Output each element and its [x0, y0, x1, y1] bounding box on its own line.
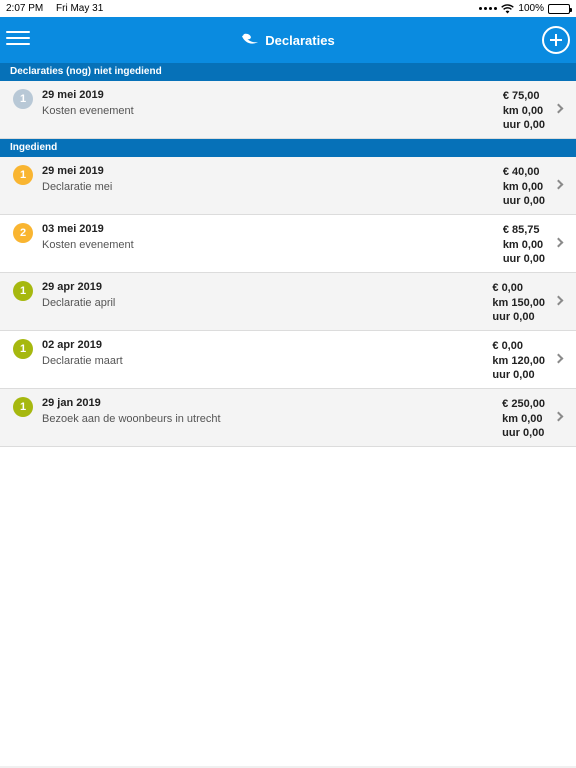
status-bar-right: 100% — [479, 0, 572, 17]
list-item[interactable]: 1 29 jan 2019 Bezoek aan de woonbeurs in… — [0, 389, 576, 447]
list-item[interactable]: 1 02 apr 2019 Declaratie maart € 0,00 km… — [0, 331, 576, 389]
item-hours: uur 0,00 — [502, 253, 545, 265]
navbar-title-group: Declaraties — [0, 17, 576, 63]
item-km: km 0,00 — [502, 412, 543, 425]
count-badge: 2 — [13, 223, 33, 243]
item-hours: uur 0,00 — [502, 195, 545, 207]
item-date: 29 jan 2019 — [42, 397, 101, 409]
app-logo-icon — [242, 33, 259, 44]
item-date: 03 mei 2019 — [42, 223, 104, 235]
item-amounts: € 85,75 km 0,00 uur 0,00 — [503, 223, 545, 267]
item-amount: € 0,00 — [492, 282, 523, 294]
status-date: Fri May 31 — [56, 3, 104, 14]
item-amount: € 75,00 — [502, 90, 540, 102]
item-description: Declaratie april — [42, 297, 116, 309]
list-item[interactable]: 1 29 mei 2019 Declaratie mei € 40,00 km … — [0, 157, 576, 215]
item-hours: uur 0,00 — [492, 369, 535, 381]
item-description: Kosten evenement — [42, 105, 134, 117]
item-amounts: € 0,00 km 150,00 uur 0,00 — [492, 281, 545, 325]
item-amounts: € 40,00 km 0,00 uur 0,00 — [503, 165, 545, 209]
item-date: 02 apr 2019 — [42, 339, 102, 351]
section-header-not-submitted: Declaraties (nog) niet ingediend — [0, 63, 576, 81]
item-km: km 0,00 — [502, 104, 544, 117]
chevron-right-icon — [553, 295, 564, 306]
battery-icon — [548, 3, 572, 14]
chevron-right-icon — [553, 411, 564, 422]
status-time: 2:07 PM — [6, 3, 44, 14]
count-badge: 1 — [13, 281, 33, 301]
battery-percent: 100% — [518, 3, 544, 14]
item-km: km 0,00 — [502, 180, 544, 193]
item-km: km 120,00 — [492, 354, 545, 367]
section-header-submitted: Ingediend — [0, 139, 576, 157]
item-hours: uur 0,00 — [492, 311, 535, 323]
status-bar-left: 2:07 PM Fri May 31 — [6, 0, 103, 17]
navbar: Declaraties — [0, 17, 576, 63]
item-description: Kosten evenement — [42, 239, 134, 251]
item-date: 29 mei 2019 — [42, 89, 104, 101]
count-badge: 1 — [13, 339, 33, 359]
item-date: 29 apr 2019 — [42, 281, 102, 293]
status-bar: 2:07 PM Fri May 31 100% — [0, 0, 576, 17]
app-screen: 2:07 PM Fri May 31 100% Declaraties Decl… — [0, 0, 576, 768]
add-circle-icon[interactable] — [542, 26, 570, 54]
chevron-right-icon — [553, 353, 564, 364]
item-date: 29 mei 2019 — [42, 165, 104, 177]
count-badge: 1 — [13, 165, 33, 185]
count-badge: 1 — [13, 397, 33, 417]
item-amount: € 40,00 — [502, 166, 540, 178]
list-item[interactable]: 1 29 mei 2019 Kosten evenement € 75,00 k… — [0, 81, 576, 139]
chevron-right-icon — [553, 237, 564, 248]
item-amounts: € 75,00 km 0,00 uur 0,00 — [503, 89, 545, 133]
item-hours: uur 0,00 — [502, 119, 545, 131]
count-badge: 1 — [13, 89, 33, 109]
item-km: km 0,00 — [502, 238, 544, 251]
item-amount: € 0,00 — [492, 340, 523, 352]
wifi-icon — [501, 3, 515, 13]
list-item[interactable]: 2 03 mei 2019 Kosten evenement € 85,75 k… — [0, 215, 576, 273]
item-amount: € 85,75 — [502, 224, 540, 236]
list-item[interactable]: 1 29 apr 2019 Declaratie april € 0,00 km… — [0, 273, 576, 331]
item-description: Bezoek aan de woonbeurs in utrecht — [42, 413, 221, 425]
item-amounts: € 250,00 km 0,00 uur 0,00 — [502, 397, 545, 441]
chevron-right-icon — [553, 179, 564, 190]
chevron-right-icon — [553, 103, 564, 114]
item-description: Declaratie mei — [42, 181, 113, 193]
item-hours: uur 0,00 — [502, 427, 545, 439]
item-description: Declaratie maart — [42, 355, 123, 367]
item-amounts: € 0,00 km 120,00 uur 0,00 — [492, 339, 545, 383]
page-title: Declaraties — [265, 32, 335, 48]
item-km: km 150,00 — [492, 296, 545, 309]
item-amount: € 250,00 — [502, 398, 545, 410]
signal-dots-icon — [479, 7, 498, 10]
